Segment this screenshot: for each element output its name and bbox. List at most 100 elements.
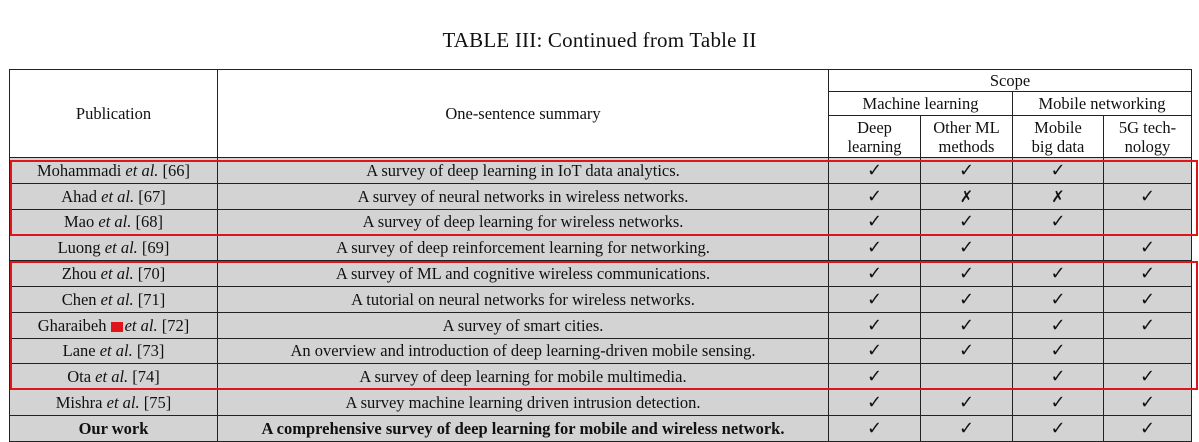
summary-cell: A survey of ML and cognitive wireless co…: [217, 260, 829, 287]
scope-cell-deep-learning: ✓: [828, 414, 921, 442]
check-icon: ✓: [1050, 392, 1066, 414]
summary-cell: A survey of deep learning for wireless n…: [217, 208, 829, 236]
header-deep-learning-line1: Deep: [857, 117, 892, 137]
header-deep-learning-line2: learning: [847, 136, 902, 156]
red-annotation-mark: [110, 321, 123, 332]
publication-cell: Mishra et al. [75]: [9, 389, 218, 416]
check-icon: ✓: [866, 417, 883, 439]
check-icon: ✓: [958, 314, 975, 336]
publication-reference: [71]: [133, 289, 166, 309]
header-other-ml-line2: methods: [938, 136, 995, 156]
table-row: Ota et al. [74] A survey of deep learning…: [9, 363, 1192, 391]
scope-cell-5g: ✓: [1103, 389, 1192, 416]
check-icon: ✓: [1139, 392, 1156, 414]
check-icon: ✓: [958, 340, 975, 362]
scope-cell-big-data: ✗: [1012, 182, 1104, 210]
header-deep-learning: Deep learning: [828, 115, 921, 158]
check-icon: ✓: [1050, 211, 1066, 233]
check-icon: ✓: [866, 263, 883, 285]
scope-cell-big-data: ✓: [1012, 311, 1104, 339]
scope-cell-5g: ✓: [1103, 311, 1192, 339]
publication-author: Luong: [57, 238, 105, 258]
scope-cell-5g: [1103, 208, 1192, 236]
publication-reference: [75]: [139, 393, 172, 413]
check-icon: ✓: [1050, 314, 1066, 336]
scope-cell-other-ml: ✗: [920, 182, 1013, 210]
table-body: Mohammadi et al. [66] A survey of deep le…: [9, 157, 1192, 442]
scope-cell-5g: ✓: [1103, 285, 1192, 313]
check-icon: ✓: [1050, 417, 1066, 439]
publication-author: Gharaibeh: [37, 315, 111, 335]
summary-cell: A comprehensive survey of deep learning …: [217, 414, 829, 442]
publication-cell: Mohammadi et al. [66]: [9, 157, 218, 184]
scope-cell-5g: ✓: [1103, 414, 1192, 442]
summary-cell: A survey of deep learning for mobile mul…: [217, 363, 829, 391]
publication-author: Our work: [78, 418, 149, 438]
table-row: Our work A comprehensive survey of deep l…: [9, 414, 1192, 442]
scope-cell-big-data: ✓: [1012, 157, 1104, 184]
publication-author: Mishra: [55, 393, 107, 413]
scope-cell-big-data: ✓: [1012, 208, 1104, 236]
publication-reference: [67]: [134, 186, 166, 206]
check-icon: ✓: [866, 288, 883, 310]
publication-cell: Ota et al. [74]: [9, 363, 218, 391]
check-icon: ✓: [1139, 314, 1156, 336]
publication-author: Mohammadi: [36, 160, 126, 180]
check-icon: ✓: [958, 288, 975, 310]
header-other-ml-line1: Other ML: [933, 117, 1000, 137]
check-icon: ✓: [958, 263, 975, 285]
scope-cell-deep-learning: ✓: [828, 182, 921, 210]
header-big-data-line1: Mobile: [1034, 117, 1082, 137]
table-row: Gharaibeh et al. [72] A survey of smart c…: [9, 311, 1192, 339]
check-icon: ✓: [1139, 237, 1156, 259]
scope-cell-5g: [1103, 157, 1192, 184]
check-icon: ✓: [866, 340, 883, 362]
publication-etal: et al.: [99, 341, 133, 361]
summary-cell: A survey of neural networks in wireless …: [217, 182, 829, 210]
publication-etal: et al.: [100, 264, 134, 284]
publication-cell: Chen et al. [71]: [9, 285, 218, 313]
publication-author: Lane: [62, 341, 100, 361]
publication-cell: Our work: [9, 414, 218, 442]
publication-author: Ahad: [61, 186, 102, 206]
scope-cell-other-ml: ✓: [920, 285, 1013, 313]
header-group-mobile-networking: Mobile networking: [1012, 91, 1192, 116]
scope-cell-other-ml: [920, 363, 1013, 391]
header-5g-line2: nology: [1124, 136, 1171, 156]
scope-cell-other-ml: ✓: [920, 337, 1013, 365]
publication-author: Mao: [64, 212, 99, 232]
table-row: Ahad et al. [67] A survey of neural netwo…: [9, 182, 1192, 210]
publication-etal: et al.: [106, 393, 140, 413]
check-icon: ✓: [1050, 366, 1066, 388]
header-scope: Scope: [828, 69, 1192, 92]
cross-icon: ✗: [959, 186, 974, 206]
scope-cell-deep-learning: ✓: [828, 260, 921, 287]
publication-reference: [74]: [128, 367, 160, 387]
check-icon: ✓: [866, 366, 883, 388]
scope-cell-deep-learning: ✓: [828, 363, 921, 391]
check-icon: ✓: [1139, 366, 1156, 388]
check-icon: ✓: [866, 159, 883, 181]
table-row: Lane et al. [73] An overview and introduc…: [9, 337, 1192, 365]
table-row: Mao et al. [68] A survey of deep learning…: [9, 208, 1192, 236]
scope-cell-big-data: ✓: [1012, 285, 1104, 313]
table-row: Zhou et al. [70] A survey of ML and cogni…: [9, 260, 1192, 287]
check-icon: ✓: [1139, 185, 1156, 207]
table-row: Mohammadi et al. [66] A survey of deep le…: [9, 157, 1192, 184]
check-icon: ✓: [866, 314, 883, 336]
check-icon: ✓: [1139, 288, 1156, 310]
table-caption: TABLE III: Continued from Table II: [442, 28, 757, 52]
table-row: Mishra et al. [75] A survey machine learn…: [9, 389, 1192, 416]
scope-cell-other-ml: ✓: [920, 414, 1013, 442]
scope-cell-5g: [1103, 337, 1192, 365]
check-icon: ✓: [958, 237, 975, 259]
publication-etal: et al.: [124, 315, 158, 335]
summary-cell: A tutorial on neural networks for wirele…: [217, 285, 829, 313]
check-icon: ✓: [1050, 288, 1066, 310]
scope-cell-big-data: ✓: [1012, 260, 1104, 287]
publication-etal: et al.: [100, 289, 134, 309]
check-icon: ✓: [1139, 417, 1156, 439]
header-summary: One-sentence summary: [217, 69, 829, 158]
publication-etal: et al.: [95, 367, 129, 387]
header-5g-technology: 5G tech-nology: [1103, 115, 1192, 158]
